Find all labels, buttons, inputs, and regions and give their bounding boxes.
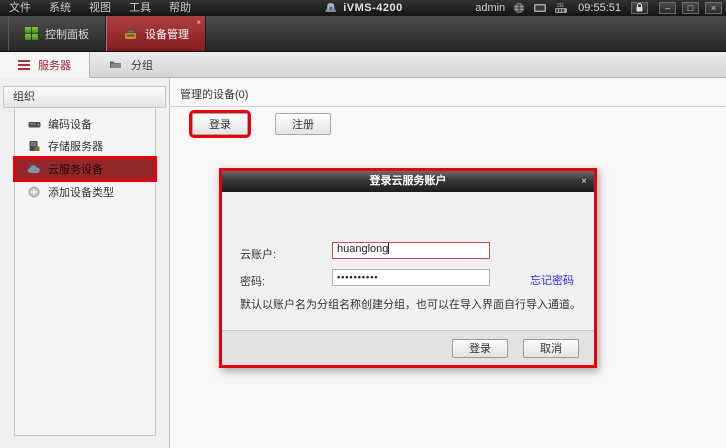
bandwidth-2g-icon: 2G bbox=[553, 2, 568, 14]
cloud-account-input[interactable]: huanglong bbox=[332, 242, 490, 259]
tab-close-icon[interactable]: × bbox=[196, 18, 201, 27]
dialog-titlebar: 登录云服务账户 × bbox=[222, 171, 594, 192]
sidebar-item-label: 存储服务器 bbox=[48, 138, 103, 154]
device-type-list: 编码设备 存储服务器 云服务设备 添加设备类型 bbox=[14, 108, 156, 436]
clock-time: 09:55:51 bbox=[578, 2, 621, 14]
content-area: 组织 编码设备 存储服务器 云服务设备 bbox=[0, 78, 726, 448]
dialog-footer: 登录 取消 bbox=[222, 330, 594, 365]
login-button[interactable]: 登录 bbox=[192, 113, 248, 135]
menu-help[interactable]: 帮助 bbox=[160, 0, 200, 16]
server-list-icon bbox=[18, 60, 30, 70]
register-button[interactable]: 注册 bbox=[275, 113, 331, 135]
cloud-account-label: 云账户: bbox=[240, 246, 276, 262]
device-management-icon bbox=[123, 28, 138, 40]
tab-device-management[interactable]: 设备管理 × bbox=[106, 16, 206, 51]
login-cloud-account-dialog: 登录云服务账户 × 云账户: huanglong 密码: •••••••••• … bbox=[219, 168, 597, 368]
forgot-password-link[interactable]: 忘记密码 bbox=[530, 272, 574, 288]
encoding-device-icon bbox=[27, 118, 41, 130]
lock-screen-button[interactable] bbox=[631, 2, 648, 14]
dialog-hint-text: 默认以账户名为分组名称创建分组，也可以在导入界面自行导入通道。 bbox=[240, 296, 581, 312]
close-button[interactable]: × bbox=[705, 2, 722, 14]
tab-control-panel[interactable]: 控制面板 bbox=[8, 16, 106, 51]
sidebar-item-add-device-type[interactable]: 添加设备类型 bbox=[15, 181, 155, 203]
sidebar-item-storage-server[interactable]: 存储服务器 bbox=[15, 135, 155, 157]
device-toolbar: 登录 注册 bbox=[170, 113, 726, 135]
password-masked-value: •••••••••• bbox=[337, 272, 379, 282]
tab-server-label: 服务器 bbox=[38, 57, 71, 73]
menu-system[interactable]: 系统 bbox=[40, 0, 80, 16]
dialog-login-button[interactable]: 登录 bbox=[452, 339, 508, 358]
tab-group-label: 分组 bbox=[131, 57, 153, 73]
storage-server-icon bbox=[27, 140, 41, 152]
tab-server[interactable]: 服务器 bbox=[0, 52, 90, 78]
organization-panel: 组织 编码设备 存储服务器 云服务设备 bbox=[0, 78, 170, 448]
window-titlebar: 文件 系统 视图 工具 帮助 iVMS-4200 admin 2G 09:55:… bbox=[0, 0, 726, 16]
dialog-body: 云账户: huanglong 密码: •••••••••• 忘记密码 默认以账户… bbox=[222, 192, 594, 330]
app-logo-camera-icon bbox=[323, 2, 338, 14]
cloud-account-value: huanglong bbox=[337, 243, 388, 255]
minimize-button[interactable]: – bbox=[659, 2, 676, 14]
control-panel-grid-icon bbox=[25, 27, 38, 40]
sidebar-item-encoding-device[interactable]: 编码设备 bbox=[15, 113, 155, 135]
maximize-button[interactable]: □ bbox=[682, 2, 699, 14]
sidebar-item-label: 云服务设备 bbox=[48, 161, 103, 177]
organization-header: 组织 bbox=[3, 86, 166, 108]
password-input[interactable]: •••••••••• bbox=[332, 269, 490, 286]
sub-tab-bar: 服务器 分组 bbox=[0, 52, 726, 78]
add-plus-icon bbox=[27, 186, 41, 198]
dialog-cancel-button[interactable]: 取消 bbox=[523, 339, 579, 358]
dialog-title: 登录云服务账户 bbox=[370, 175, 447, 187]
sidebar-item-cloud-service-device[interactable]: 云服务设备 bbox=[15, 158, 155, 180]
app-title: iVMS-4200 bbox=[343, 2, 403, 14]
dialog-close-icon[interactable]: × bbox=[581, 171, 587, 192]
channel-monitor-icon bbox=[532, 2, 547, 14]
logged-in-user: admin bbox=[475, 2, 505, 14]
menu-file[interactable]: 文件 bbox=[0, 0, 40, 16]
managed-devices-header: 管理的设备(0) bbox=[170, 86, 726, 107]
tab-group[interactable]: 分组 bbox=[90, 52, 171, 77]
cloud-device-icon bbox=[27, 163, 41, 175]
menu-view[interactable]: 视图 bbox=[80, 0, 120, 16]
password-label: 密码: bbox=[240, 273, 265, 289]
text-caret bbox=[388, 243, 389, 254]
network-status-icon bbox=[511, 2, 526, 14]
sidebar-item-label: 编码设备 bbox=[48, 116, 92, 132]
tab-device-management-label: 设备管理 bbox=[145, 26, 189, 42]
menu-tools[interactable]: 工具 bbox=[120, 0, 160, 16]
tab-control-panel-label: 控制面板 bbox=[45, 26, 89, 42]
main-tab-bar: 控制面板 设备管理 × bbox=[0, 16, 726, 52]
group-folder-icon bbox=[108, 59, 123, 71]
sidebar-item-label: 添加设备类型 bbox=[48, 184, 114, 200]
